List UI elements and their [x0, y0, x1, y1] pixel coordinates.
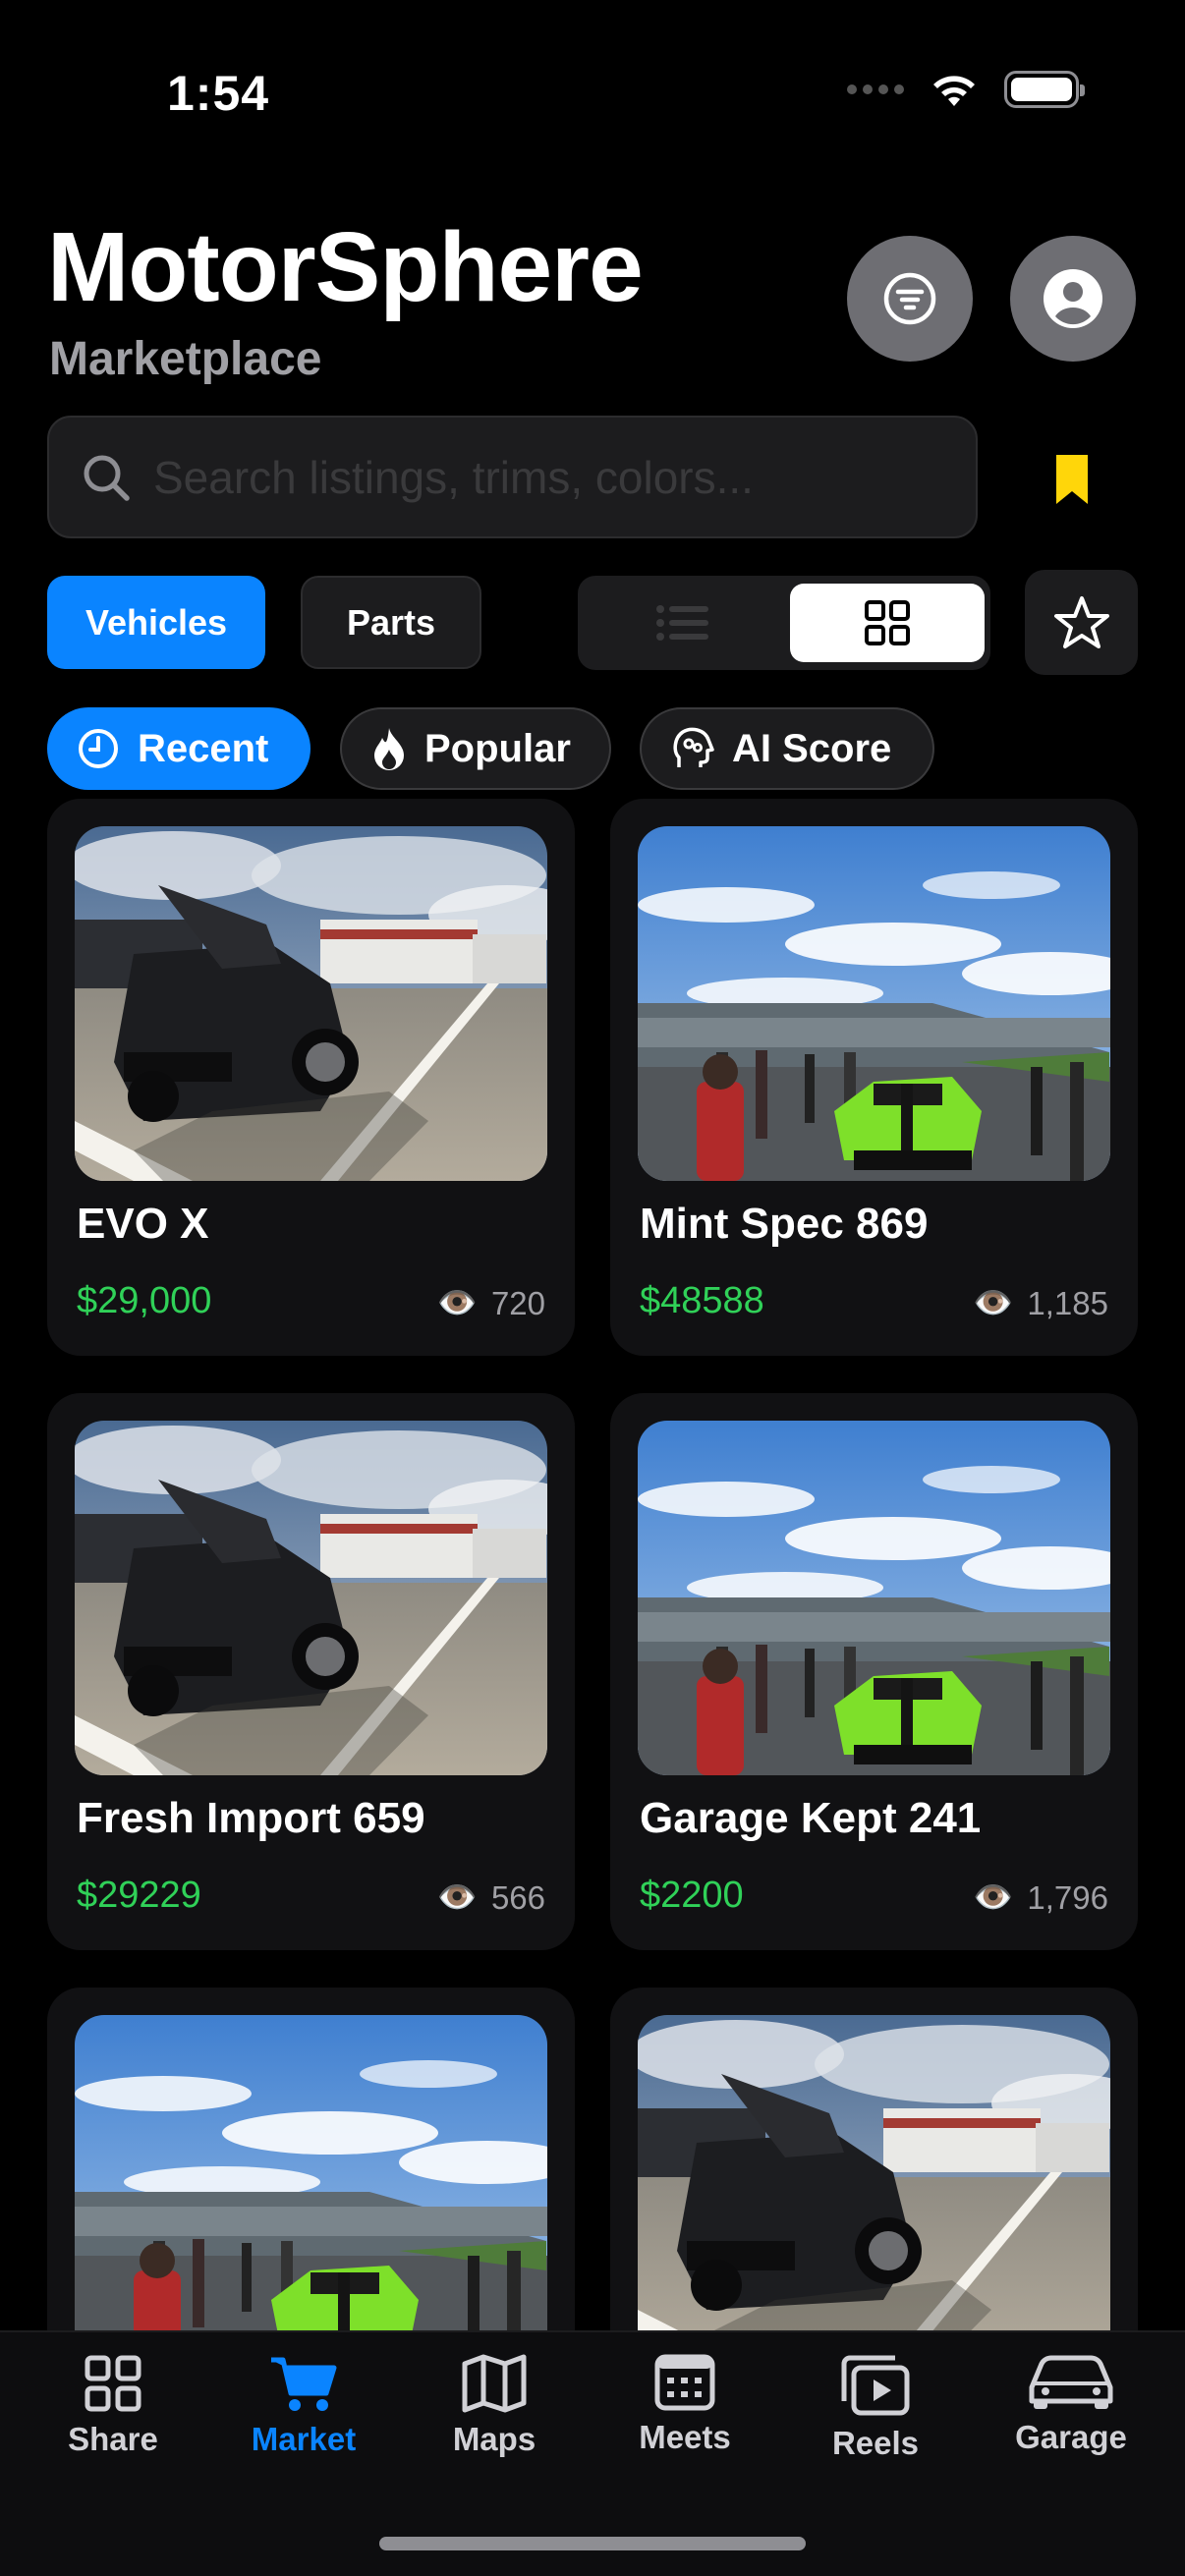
segment-parts[interactable]: Parts	[301, 576, 481, 669]
tab-garage[interactable]: Garage	[978, 2354, 1164, 2456]
list-icon	[656, 605, 708, 641]
page-subtitle: Marketplace	[49, 333, 322, 385]
listing-price: $29229	[77, 1875, 201, 1916]
play-icon	[841, 2355, 910, 2416]
list-view-option[interactable]	[586, 584, 780, 662]
status-indicators	[847, 71, 1085, 108]
app-title: MotorSphere	[47, 212, 644, 322]
chip-label: Popular	[424, 726, 571, 770]
listing-card[interactable]: Garage Kept 241 $2200 👁️ 1,796	[610, 1393, 1138, 1950]
listing-views: 👁️ 1,185	[973, 1284, 1108, 1322]
eye-icon: 👁️	[436, 1284, 478, 1320]
grid-icon	[85, 2355, 141, 2412]
person-circle-icon	[1044, 269, 1102, 328]
listing-photo	[638, 826, 1110, 1181]
tab-label: Garage	[1015, 2419, 1127, 2455]
sort-chip-recent[interactable]: Recent	[47, 707, 310, 790]
listing-photo	[638, 2015, 1110, 2370]
eye-icon: 👁️	[973, 1284, 1014, 1320]
sort-chip-popular[interactable]: Popular	[340, 707, 611, 790]
saved-listings-button[interactable]	[1037, 440, 1107, 519]
listing-price: $48588	[640, 1280, 764, 1321]
cart-icon	[271, 2357, 337, 2411]
search-input[interactable]	[153, 450, 959, 504]
flame-icon	[374, 728, 404, 770]
battery-icon	[1004, 71, 1085, 108]
car-icon	[1029, 2355, 1113, 2409]
view-mode-toggle[interactable]	[578, 576, 990, 670]
bookmark-icon	[1056, 455, 1088, 504]
tab-label: Meets	[639, 2419, 731, 2455]
home-indicator	[379, 2537, 806, 2550]
listing-price: $2200	[640, 1875, 744, 1916]
tab-maps[interactable]: Maps	[401, 2354, 588, 2458]
filter-icon	[883, 272, 936, 325]
view-count: 720	[490, 1284, 545, 1321]
listing-card[interactable]: EVO X $29,000 👁️ 720	[47, 799, 575, 1356]
filter-button[interactable]	[847, 236, 973, 362]
listing-title: EVO X	[77, 1200, 209, 1248]
favorites-button[interactable]	[1025, 570, 1138, 675]
listing-title: Mint Spec 869	[640, 1200, 929, 1248]
listing-title: Fresh Import 659	[77, 1794, 425, 1842]
cellular-signal-icon	[847, 84, 904, 94]
listing-views: 👁️ 1,796	[973, 1878, 1108, 1917]
calendar-icon	[654, 2354, 715, 2411]
tab-label: Reels	[831, 2425, 920, 2461]
clock-icon	[79, 729, 118, 768]
sort-chip-ai-score[interactable]: AI Score	[640, 707, 934, 790]
brain-head-icon	[673, 727, 714, 767]
tab-label: Maps	[452, 2421, 536, 2457]
tab-share[interactable]: Share	[20, 2354, 206, 2458]
eye-icon: 👁️	[436, 1878, 478, 1915]
tab-label: Market	[251, 2421, 357, 2457]
grid-icon	[865, 600, 910, 645]
listing-photo	[75, 1421, 547, 1775]
tab-meets[interactable]: Meets	[592, 2354, 778, 2456]
segment-vehicles[interactable]: Vehicles	[47, 576, 265, 669]
search-icon	[84, 455, 130, 501]
listing-views: 👁️ 720	[437, 1284, 545, 1322]
tab-market[interactable]: Market	[210, 2354, 397, 2458]
wifi-icon	[933, 76, 975, 106]
star-icon	[1053, 595, 1109, 648]
listing-views: 👁️ 566	[437, 1878, 545, 1917]
listing-card[interactable]: Mint Spec 869 $48588 👁️ 1,185	[610, 799, 1138, 1356]
chip-label: AI Score	[732, 726, 892, 770]
view-count: 566	[490, 1878, 545, 1916]
status-time: 1:54	[167, 66, 270, 121]
listing-title: Garage Kept 241	[640, 1794, 982, 1842]
listing-photo	[638, 1421, 1110, 1775]
tab-label: Share	[68, 2421, 158, 2457]
chip-label: Recent	[138, 726, 269, 770]
view-count: 1,185	[1027, 1284, 1108, 1321]
grid-view-option[interactable]	[790, 584, 985, 662]
tab-reels[interactable]: Reels	[782, 2354, 969, 2462]
search-bar[interactable]	[47, 416, 978, 538]
listing-card[interactable]: Fresh Import 659 $29229 👁️ 566	[47, 1393, 575, 1950]
listing-price: $29,000	[77, 1280, 212, 1321]
map-icon	[462, 2354, 527, 2413]
listing-photo	[75, 2015, 547, 2370]
eye-icon: 👁️	[973, 1878, 1014, 1915]
listing-photo	[75, 826, 547, 1181]
profile-button[interactable]	[1010, 236, 1136, 362]
view-count: 1,796	[1027, 1878, 1108, 1916]
